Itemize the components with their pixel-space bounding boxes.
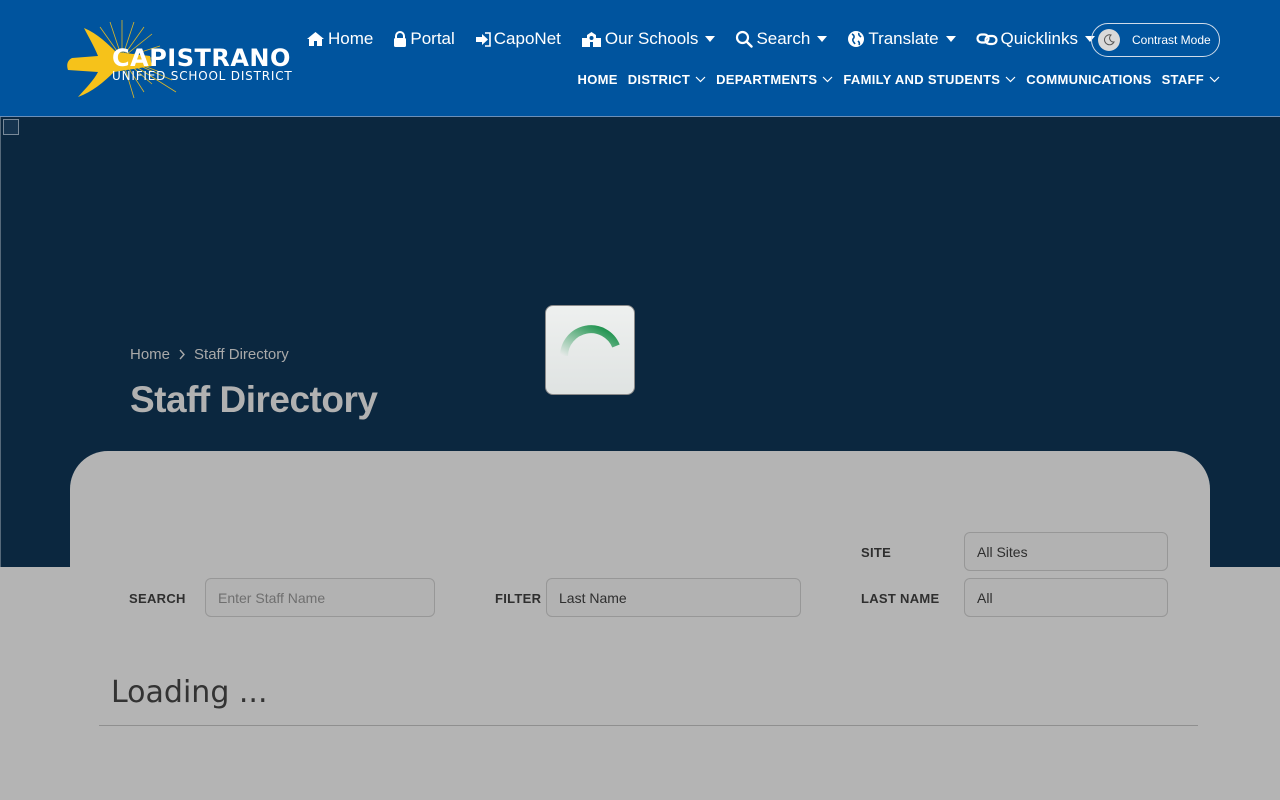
site-label: SITE [861,545,892,560]
topnav-portal[interactable]: Portal [393,29,455,49]
topnav-translate[interactable]: Translate [847,29,956,49]
mainnav-district-label: DISTRICT [627,72,691,87]
chevron-down-icon [1005,76,1016,83]
logo-subtitle: UNIFIED SCHOOL DISTRICT [112,69,293,83]
logo-title: CAPISTRANO [112,44,291,72]
staff-search-input[interactable]: Enter Staff Name [205,578,435,617]
mainnav-staff-label: STAFF [1161,72,1204,87]
caret-down-icon [817,36,828,42]
breadcrumb-current: Staff Directory [194,346,289,363]
filter-panel [70,451,1210,800]
contrast-mode-label: Contrast Mode [1132,33,1211,47]
main-nav: HOME DISTRICT DEPARTMENTS FAMILY AND STU… [568,72,1220,87]
breadcrumb-home[interactable]: Home [130,346,170,363]
breadcrumb: Home Staff Directory [130,346,289,363]
utility-nav: Home Portal CapoNet Our Schools Search T… [306,27,1115,51]
site-select[interactable]: All Sites [964,532,1168,571]
home-icon [307,32,324,46]
mainnav-home[interactable]: HOME [578,72,618,87]
site-header: CAPISTRANO UNIFIED SCHOOL DISTRICT Home … [0,0,1280,117]
spinner-icon [560,325,620,357]
topnav-caponet-label: CapoNet [493,29,561,48]
mainnav-home-label: HOME [577,72,618,87]
mainnav-departments[interactable]: DEPARTMENTS [716,72,833,87]
topnav-translate-label: Translate [868,29,939,48]
district-logo[interactable]: CAPISTRANO UNIFIED SCHOOL DISTRICT [64,18,304,100]
filter-label: FILTER [495,591,542,606]
topnav-quicklinks-label: Quicklinks [1000,29,1079,48]
chevron-down-icon [1209,76,1220,83]
filter-select[interactable]: Last Name [546,578,801,617]
caret-down-icon [945,36,956,42]
lock-icon [394,30,407,47]
chevron-right-icon [179,349,185,360]
search-label: SEARCH [129,591,186,606]
mainnav-communications[interactable]: COMMUNICATIONS [1026,72,1151,87]
topnav-our-schools-label: Our Schools [604,29,699,48]
topnav-search-label: Search [756,29,811,48]
chevron-down-icon [695,76,706,83]
globe-icon [848,31,865,47]
last-name-select[interactable]: All [964,578,1168,617]
contrast-mode-toggle[interactable]: Contrast Mode [1091,23,1220,57]
page-title: Staff Directory [130,379,378,420]
topnav-portal-label: Portal [410,29,455,48]
school-icon [581,31,601,47]
mainnav-departments-label: DEPARTMENTS [716,72,818,87]
topnav-our-schools[interactable]: Our Schools [581,29,716,49]
topnav-search[interactable]: Search [735,29,828,49]
moon-icon [1104,34,1115,46]
mainnav-staff[interactable]: STAFF [1162,72,1220,87]
divider [99,725,1198,726]
loading-text: Loading ... [111,675,268,710]
topnav-home[interactable]: Home [306,29,373,49]
topnav-home-label: Home [328,29,374,48]
broken-image-icon [3,119,19,135]
caret-down-icon [705,36,716,42]
last-name-label: LAST NAME [861,591,940,606]
mainnav-district[interactable]: DISTRICT [628,72,706,87]
mainnav-communications-label: COMMUNICATIONS [1026,72,1152,87]
topnav-caponet[interactable]: CapoNet [475,29,561,49]
sign-in-icon [475,31,491,47]
loading-spinner [545,305,635,395]
mainnav-family-students[interactable]: FAMILY AND STUDENTS [843,72,1016,87]
search-icon [736,30,754,48]
link-icon [975,33,998,46]
chevron-down-icon [822,76,833,83]
mainnav-family-students-label: FAMILY AND STUDENTS [843,72,1001,87]
toggle-knob [1098,29,1120,51]
topnav-quicklinks[interactable]: Quicklinks [975,29,1096,49]
